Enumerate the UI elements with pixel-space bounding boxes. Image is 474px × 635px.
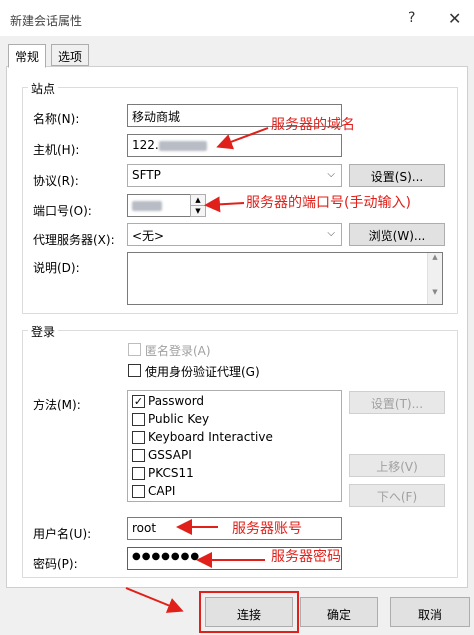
annotation-arrows — [125, 127, 269, 613]
username-annotation: 服务器账号 — [232, 521, 302, 537]
port-annotation: 服务器的端口号(手动输入) — [246, 195, 411, 211]
connect-arrow — [125, 587, 184, 613]
password-annotation: 服务器密码 — [271, 549, 341, 565]
port-arrow — [204, 196, 245, 213]
host-annotation: 服务器的域名 — [271, 117, 355, 133]
host-arrow — [216, 127, 269, 150]
tab-general[interactable]: 常规 — [8, 44, 47, 68]
